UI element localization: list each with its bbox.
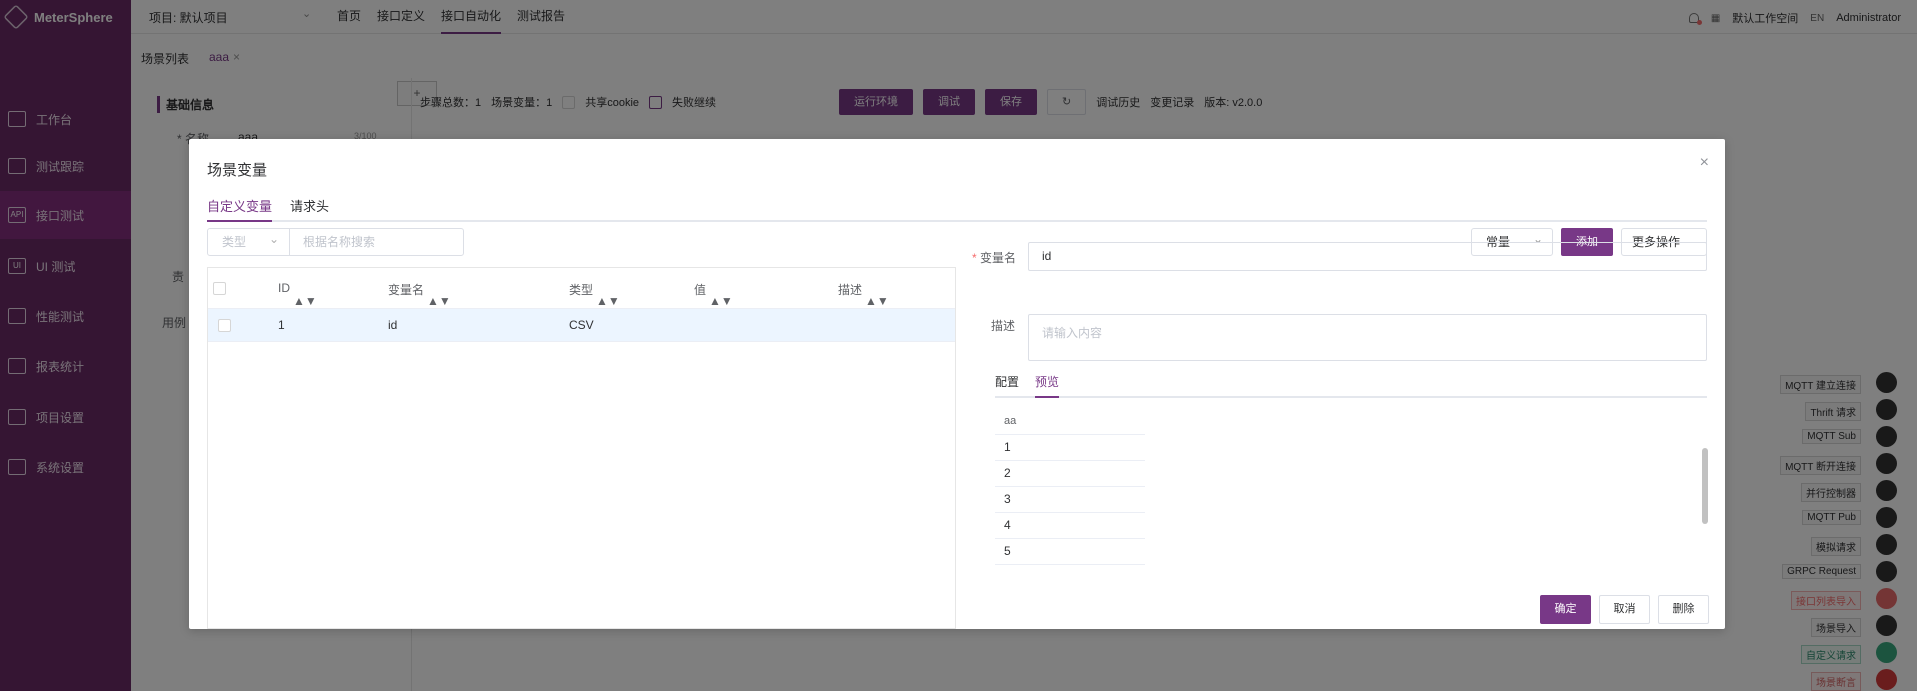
dialog-tabs: 自定义变量 请求头 — [207, 197, 1707, 222]
header-value[interactable]: 值 ▲▼ — [694, 281, 733, 308]
row-id: 1 — [278, 318, 285, 332]
dialog-footer: 确定 取消 删除 — [1540, 595, 1709, 624]
close-icon[interactable]: × — [1700, 154, 1709, 172]
header-id[interactable]: ID ▲▼ — [278, 281, 317, 308]
preview-row: 2 — [995, 461, 1145, 487]
header-description[interactable]: 描述 ▲▼ — [838, 281, 889, 308]
description-field[interactable]: 请输入内容 — [1028, 314, 1707, 361]
delete-button[interactable]: 删除 — [1658, 595, 1709, 624]
description-label: 描述 — [991, 319, 1016, 333]
preview-row: 1 — [995, 435, 1145, 461]
preview-row: 4 — [995, 513, 1145, 539]
variable-name-field[interactable]: id — [1028, 242, 1707, 271]
tab-config[interactable]: 配置 — [995, 372, 1019, 398]
preview-scrollbar[interactable] — [1702, 448, 1708, 524]
variable-name-label: * 变量名 — [972, 251, 1017, 265]
type-filter-select[interactable]: 类型 — [208, 226, 290, 255]
confirm-button[interactable]: 确定 — [1540, 595, 1591, 624]
config-preview-tabs: 配置 预览 — [995, 372, 1707, 398]
preview-header: aa — [995, 409, 1145, 435]
header-type[interactable]: 类型 ▲▼ — [569, 281, 620, 308]
sort-icon[interactable]: ▲▼ — [709, 294, 733, 308]
variable-filter: 类型 根据名称搜索 — [207, 226, 464, 256]
variables-table: ID ▲▼ 变量名 ▲▼ 类型 ▲▼ 值 ▲▼ 描述 ▲▼ 1 id CSV — [207, 267, 956, 629]
select-all-checkbox[interactable] — [213, 282, 226, 295]
table-row[interactable]: 1 id CSV — [208, 309, 955, 342]
tab-custom-variables[interactable]: 自定义变量 — [207, 197, 273, 222]
header-variable-name[interactable]: 变量名 ▲▼ — [388, 281, 451, 308]
preview-row: 5 — [995, 539, 1145, 565]
sort-icon[interactable]: ▲▼ — [293, 294, 317, 308]
preview-row: 3 — [995, 487, 1145, 513]
tab-preview[interactable]: 预览 — [1035, 372, 1060, 398]
dialog-title: 场景变量 — [207, 162, 268, 179]
row-checkbox[interactable] — [218, 319, 231, 332]
row-variable-name: id — [388, 318, 398, 332]
table-header: ID ▲▼ 变量名 ▲▼ 类型 ▲▼ 值 ▲▼ 描述 ▲▼ — [208, 268, 955, 309]
row-type: CSV — [569, 318, 594, 332]
scenario-variables-dialog: 场景变量 × 自定义变量 请求头 类型 根据名称搜索 常量 添加 更多操作 ID… — [189, 139, 1725, 629]
sort-icon[interactable]: ▲▼ — [596, 294, 620, 308]
sort-icon[interactable]: ▲▼ — [427, 294, 451, 308]
cancel-button[interactable]: 取消 — [1599, 595, 1650, 624]
search-input[interactable]: 根据名称搜索 — [290, 229, 463, 255]
csv-preview-table: aa 1 2 3 4 5 — [995, 409, 1145, 584]
sort-icon[interactable]: ▲▼ — [865, 294, 889, 308]
tab-request-headers[interactable]: 请求头 — [290, 197, 329, 222]
